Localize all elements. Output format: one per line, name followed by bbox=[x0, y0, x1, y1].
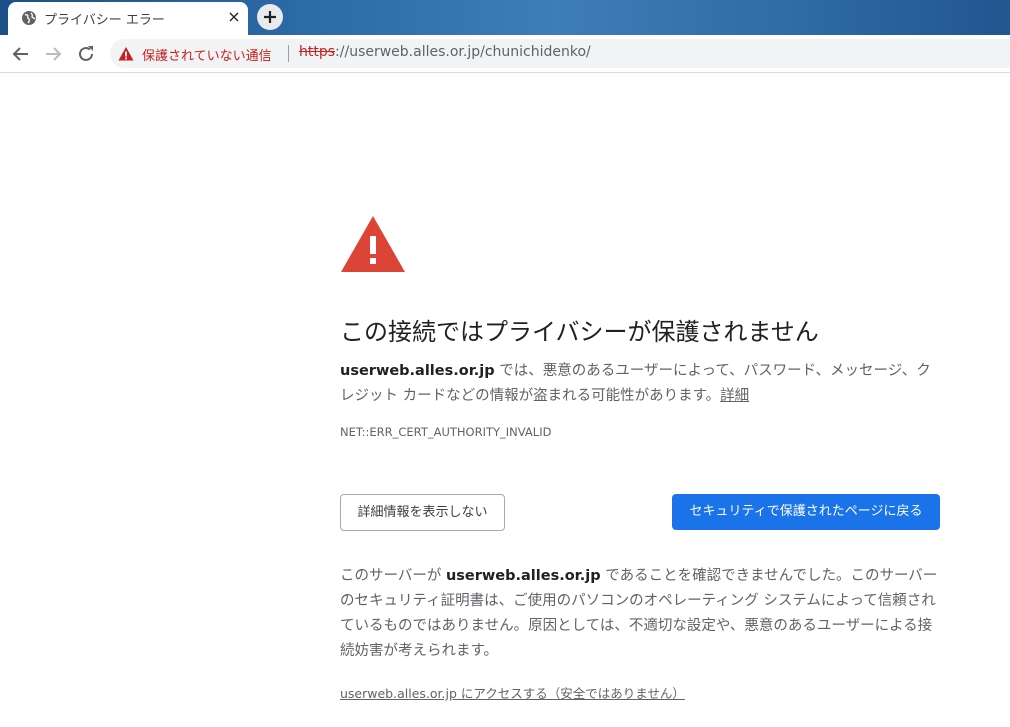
details-host: userweb.alles.or.jp bbox=[445, 568, 601, 584]
details-prefix: このサーバーが bbox=[340, 568, 446, 584]
explanation-text: userweb.alles.or.jp では、悪意のあるユーザーによって、パスワ… bbox=[340, 359, 945, 409]
details-link[interactable]: 詳細 bbox=[720, 388, 749, 404]
tab-close-button[interactable]: × bbox=[225, 8, 243, 26]
forward-arrow-icon[interactable] bbox=[42, 43, 64, 65]
plus-icon bbox=[264, 11, 276, 23]
browser-toolbar: 保護されていない通信 https://userweb.alles.or.jp/c… bbox=[0, 35, 1010, 73]
proceed-unsafe-link[interactable]: userweb.alles.or.jp にアクセスする（安全ではありません） bbox=[340, 683, 685, 702]
tab-privacy-error[interactable]: プライバシー エラー × bbox=[8, 2, 248, 35]
back-to-safety-button[interactable]: セキュリティで保護されたページに戻る bbox=[672, 494, 940, 530]
back-arrow-icon[interactable] bbox=[10, 43, 32, 65]
warning-icon bbox=[118, 47, 134, 61]
new-tab-button[interactable] bbox=[257, 4, 283, 30]
tab-title: プライバシー エラー bbox=[44, 13, 165, 28]
reload-icon[interactable] bbox=[75, 43, 97, 65]
page-heading: この接続ではプライバシーが保護されません bbox=[340, 318, 819, 346]
tab-strip: プライバシー エラー × bbox=[0, 0, 1010, 35]
hide-details-button[interactable]: 詳細情報を表示しない bbox=[340, 494, 505, 531]
url-rest: ://userweb.alles.or.jp/chunichidenko/ bbox=[335, 44, 591, 60]
explanation-host: userweb.alles.or.jp bbox=[340, 363, 495, 379]
not-secure-label[interactable]: 保護されていない通信 bbox=[142, 45, 272, 64]
globe-icon bbox=[22, 11, 36, 25]
warning-triangle-icon bbox=[341, 216, 405, 272]
url-scheme: https bbox=[299, 44, 336, 60]
error-code: NET::ERR_CERT_AUTHORITY_INVALID bbox=[340, 425, 552, 439]
details-text: このサーバーが userweb.alles.or.jp であることを確認できませ… bbox=[340, 564, 945, 664]
url-text[interactable]: https://userweb.alles.or.jp/chunichidenk… bbox=[299, 44, 591, 60]
omnibox-divider bbox=[288, 45, 289, 62]
address-bar[interactable]: 保護されていない通信 https://userweb.alles.or.jp/c… bbox=[110, 39, 1010, 68]
